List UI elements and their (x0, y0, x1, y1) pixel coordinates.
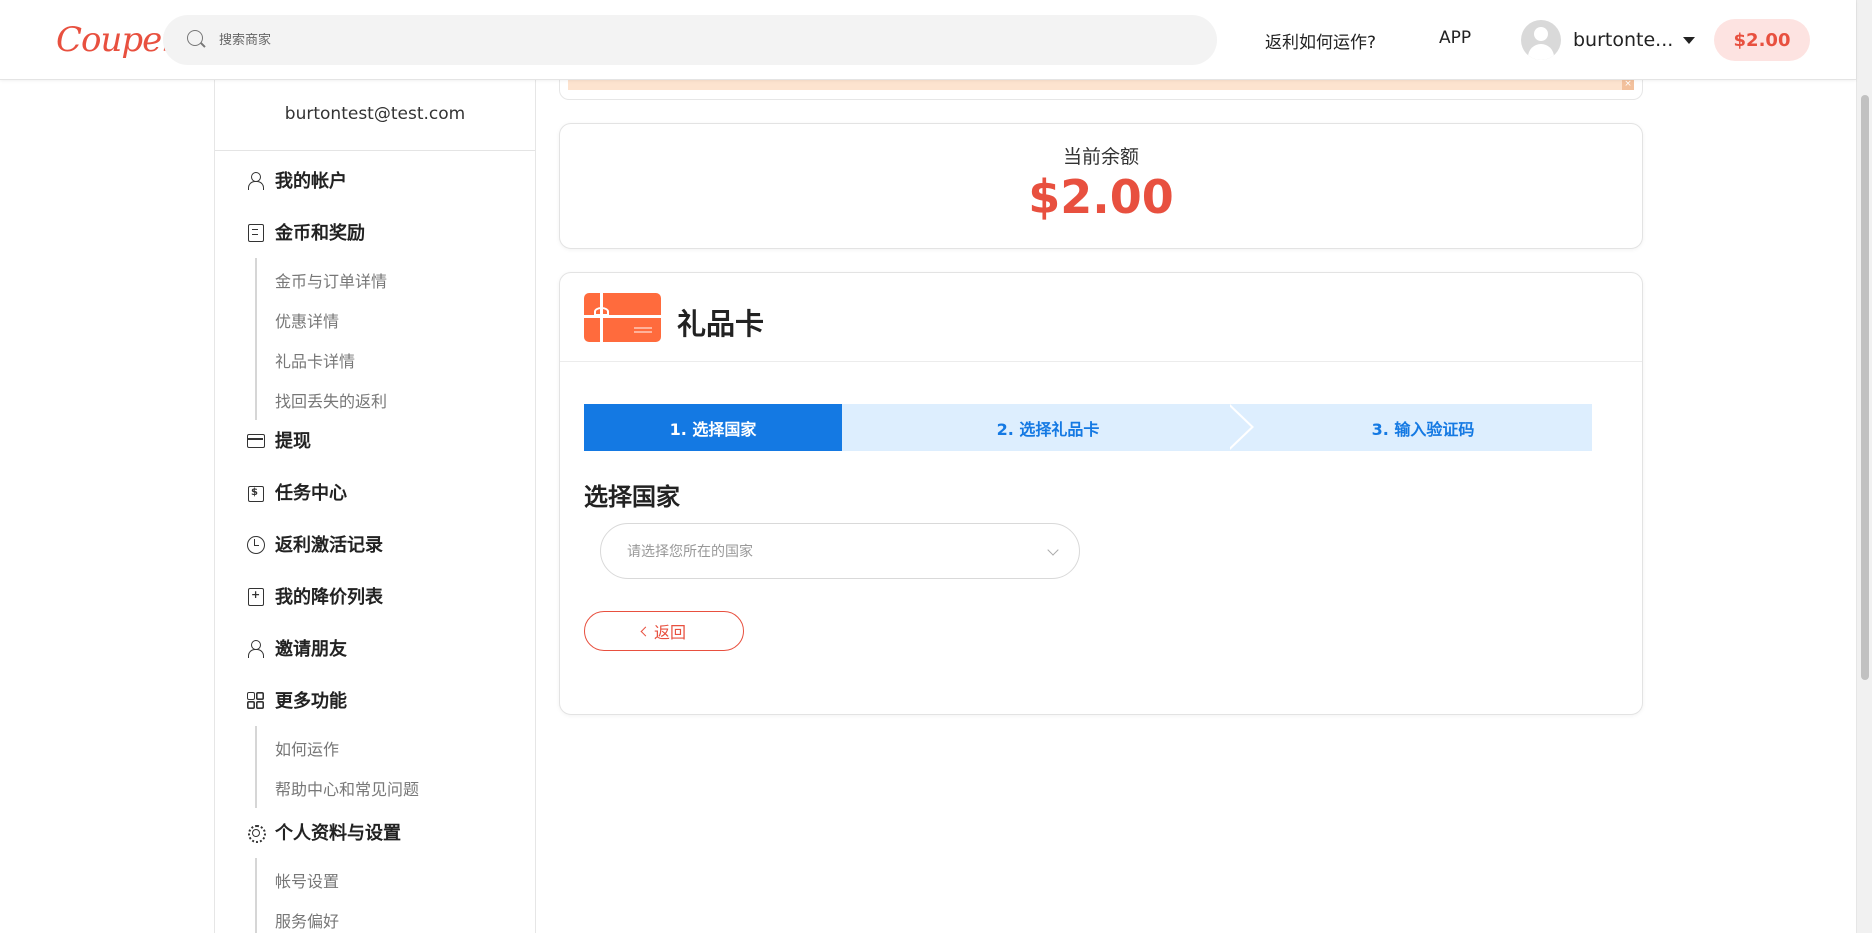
user-email: burtontest@test.com (284, 104, 466, 124)
submenu-how-it-works[interactable]: 如何运作 (275, 736, 339, 760)
sidebar-item-label: 我的降价列表 (275, 587, 383, 608)
user-icon (247, 172, 264, 190)
submenu-offers[interactable]: 优惠详情 (275, 308, 339, 332)
gear-icon (247, 824, 266, 843)
balance-label: 当前余额 (1062, 146, 1139, 168)
back-button-label: 返回 (653, 623, 686, 642)
sidebar-item-withdraw[interactable]: 提现 (247, 426, 311, 454)
price-tag-icon (247, 588, 264, 606)
sidebar-item-label: 我的帐户 (275, 171, 347, 192)
step-select-country: 1. 选择国家 (584, 404, 842, 451)
sidebar-item-my-account[interactable]: 我的帐户 (247, 166, 347, 194)
sidebar-item-more-features[interactable]: 更多功能 (247, 686, 347, 714)
clock-icon (247, 536, 265, 554)
sidebar-item-label: 更多功能 (275, 691, 347, 712)
back-button[interactable]: 返回 (584, 611, 744, 651)
more-submenu: 如何运作 帮助中心和常见问题 (255, 726, 419, 808)
gift-card-title: 礼品卡 (677, 307, 765, 341)
card-icon (247, 432, 265, 448)
document-icon (247, 224, 264, 242)
sidebar-item-activation-history[interactable]: 返利激活记录 (247, 530, 383, 558)
top-header: Coupert 返利如何运作? APP burtonte... $2.00 (0, 0, 1856, 80)
promo-banner-fill (568, 80, 1634, 90)
sidebar-item-profile-settings[interactable]: 个人资料与设置 (247, 818, 401, 846)
sidebar-item-task-center[interactable]: 任务中心 (247, 478, 347, 506)
sidebar-item-label: 邀请朋友 (275, 639, 347, 660)
sidebar-item-coins-rewards[interactable]: 金币和奖励 (247, 218, 365, 246)
submenu-service-preferences[interactable]: 服务偏好 (275, 908, 339, 932)
user-menu[interactable]: burtonte... (1521, 15, 1696, 65)
submenu-coins-orders[interactable]: 金币与订单详情 (275, 268, 387, 292)
step-select-gift-card: 2. 选择礼品卡 (996, 419, 1100, 439)
country-select[interactable]: 请选择您所在的国家 (600, 523, 1080, 579)
search-bar[interactable] (163, 15, 1217, 65)
sidebar-item-label: 任务中心 (275, 483, 347, 504)
step-progress: 1. 选择国家 2. 选择礼品卡 3. 输入验证码 (584, 404, 1592, 451)
submenu-gift-card-details[interactable]: 礼品卡详情 (275, 348, 355, 372)
submenu-account-settings[interactable]: 帐号设置 (275, 868, 339, 892)
username[interactable]: burtonte... (1573, 29, 1673, 51)
app-link[interactable]: APP (1439, 28, 1471, 48)
sidebar-item-label: 金币和奖励 (275, 223, 365, 244)
gift-card-panel: 礼品卡 1. 选择国家 2. 选择礼品卡 3. 输入验证码 选择国家 请选择您所… (559, 272, 1643, 715)
gift-card-header: 礼品卡 (560, 273, 1642, 362)
invite-user-icon (247, 640, 264, 658)
search-input[interactable] (219, 32, 1119, 48)
country-select-placeholder: 请选择您所在的国家 (627, 544, 753, 560)
balance-card: 当前余额 $2.00 (559, 123, 1643, 249)
coupert-logo[interactable]: Coupert (56, 14, 190, 66)
how-it-works-link[interactable]: 返利如何运作? (1265, 28, 1376, 53)
chevron-left-icon (640, 626, 651, 637)
sidebar-divider (215, 150, 535, 151)
rewards-submenu: 金币与订单详情 优惠详情 礼品卡详情 找回丢失的返利 (255, 258, 387, 420)
page-scrollbar[interactable] (1856, 0, 1872, 933)
task-icon (247, 484, 264, 502)
chevron-down-icon (1047, 544, 1059, 556)
submenu-missing-cashback[interactable]: 找回丢失的返利 (275, 388, 387, 412)
sidebar-item-invite-friends[interactable]: 邀请朋友 (247, 634, 347, 662)
account-sidebar: burtontest@test.com 我的帐户 金币和奖励 金币与订单详情 优… (214, 80, 536, 933)
caret-down-icon[interactable] (1683, 36, 1696, 44)
sidebar-item-price-drop-list[interactable]: 我的降价列表 (247, 582, 383, 610)
step-arrow (818, 404, 842, 450)
header-balance-button[interactable]: $2.00 (1714, 19, 1810, 61)
search-icon (187, 30, 207, 50)
step-enter-code: 3. 输入验证码 (1371, 419, 1475, 439)
section-title: 选择国家 (584, 483, 680, 511)
avatar[interactable] (1521, 20, 1561, 60)
gift-card-icon (584, 293, 661, 342)
sidebar-item-label: 个人资料与设置 (275, 823, 401, 844)
scrollbar-thumb[interactable] (1861, 95, 1869, 680)
sidebar-item-label: 返利激活记录 (275, 535, 383, 556)
grid-icon (247, 692, 263, 708)
submenu-help-center[interactable]: 帮助中心和常见问题 (275, 776, 419, 800)
settings-submenu: 帐号设置 服务偏好 (255, 858, 339, 933)
sidebar-item-label: 提现 (275, 431, 311, 452)
balance-amount: $2.00 (1028, 170, 1174, 224)
